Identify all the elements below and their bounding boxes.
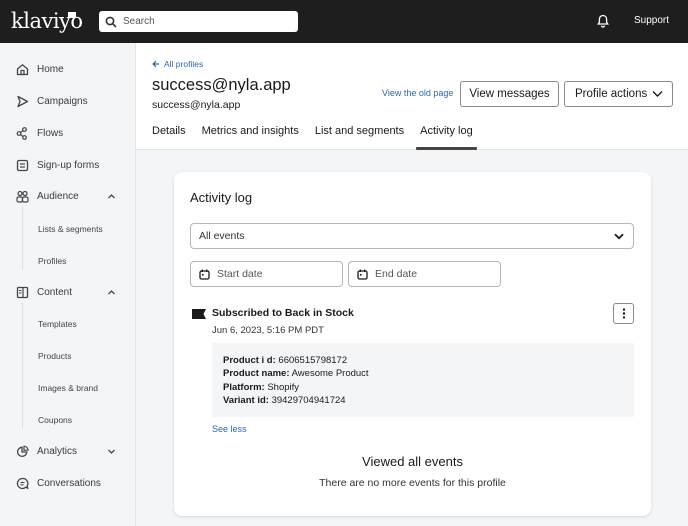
sidebar-item-label: Analytics <box>37 445 78 457</box>
profile-tabs: Details Metrics and insights List and se… <box>152 125 489 150</box>
sidebar-item-audience[interactable]: Audience <box>0 184 135 208</box>
sidebar-item-label: Sign-up forms <box>37 159 100 171</box>
home-icon <box>16 63 29 75</box>
sidebar-item-home[interactable]: Home <box>0 57 135 81</box>
end-of-events-message: There are no more events for this profil… <box>319 477 506 489</box>
content-icon <box>16 286 29 298</box>
sidebar-item-label: Campaigns <box>37 95 88 107</box>
sidebar-subitem-profiles[interactable]: Profiles <box>38 256 66 266</box>
sidebar-item-label: Content <box>37 286 73 298</box>
page-title: success@nyla.app <box>152 76 291 94</box>
back-to-all-profiles-link[interactable]: All profiles <box>152 59 203 69</box>
sidebar-item-signup-forms[interactable]: Sign-up forms <box>0 153 135 177</box>
profile-header: All profiles success@nyla.app success@ny… <box>136 43 688 150</box>
sidebar-item-campaigns[interactable]: Campaigns <box>0 89 135 113</box>
calendar-icon <box>199 269 210 280</box>
sidebar-item-label: Flows <box>37 127 64 139</box>
event-more-options-button[interactable] <box>613 303 634 324</box>
end-date-placeholder: End date <box>375 268 418 280</box>
audience-submenu-rail <box>22 206 23 270</box>
search-icon <box>105 16 117 28</box>
sidebar-item-analytics[interactable]: Analytics <box>0 439 135 463</box>
detail-key: Variant id: <box>223 394 269 406</box>
chevron-down-icon <box>614 233 624 240</box>
sidebar-item-content[interactable]: Content <box>0 280 135 304</box>
event-detail-row: Product name: Awesome Product <box>223 367 623 380</box>
send-icon <box>17 95 29 107</box>
end-of-events-title: Viewed all events <box>362 454 463 469</box>
logo-flag-icon <box>68 12 76 18</box>
event-filter-value: All events <box>199 230 245 242</box>
sidebar-item-label: Audience <box>37 190 79 202</box>
start-date-placeholder: Start date <box>217 268 263 280</box>
content-submenu-rail <box>22 303 23 429</box>
form-icon <box>16 159 29 171</box>
profile-email: success@nyla.app <box>152 99 241 111</box>
more-vertical-icon <box>622 308 625 319</box>
back-link-label: All profiles <box>164 59 204 69</box>
conversations-icon <box>16 477 29 489</box>
sidebar-subitem-images-brand[interactable]: Images & brand <box>38 383 98 393</box>
chevron-down-icon[interactable] <box>107 447 116 456</box>
analytics-icon <box>16 445 29 457</box>
audience-icon <box>16 190 29 203</box>
sidebar-item-label: Home <box>37 63 64 75</box>
search-box[interactable] <box>99 11 298 32</box>
profile-actions-label: Profile actions <box>575 88 648 100</box>
detail-value: 39429704941724 <box>271 394 346 406</box>
detail-value: 6606515798172 <box>278 355 348 366</box>
end-date-input[interactable]: End date <box>348 261 501 287</box>
support-link[interactable]: Support <box>634 15 669 26</box>
chevron-up-icon[interactable] <box>107 288 116 297</box>
profile-actions-button[interactable]: Profile actions <box>564 81 673 107</box>
tab-list-and-segments[interactable]: List and segments <box>315 125 404 150</box>
klaviyo-flag-icon <box>192 309 206 319</box>
chevron-down-icon <box>652 91 663 97</box>
detail-key: Product name: <box>223 368 290 380</box>
see-less-link[interactable]: See less <box>212 424 247 434</box>
tab-metrics-and-insights[interactable]: Metrics and insights <box>202 125 299 150</box>
flows-icon <box>16 126 27 140</box>
event-detail-row: Platform: Shopify <box>223 381 623 394</box>
chevron-up-icon[interactable] <box>107 192 116 201</box>
sidebar-item-conversations[interactable]: Conversations <box>0 471 135 495</box>
tab-activity-log[interactable]: Activity log <box>416 125 477 150</box>
sidebar-subitem-templates[interactable]: Templates <box>38 319 77 329</box>
sidebar-subitem-products[interactable]: Products <box>38 351 72 361</box>
event-detail-row: Product i d: 6606515798172 <box>223 354 623 367</box>
event-title: Subscribed to Back in Stock <box>212 307 354 319</box>
activity-log-title: Activity log <box>190 190 253 205</box>
sidebar-item-flows[interactable]: Flows <box>0 121 135 145</box>
sidebar: Home Campaigns Flows Sign-up forms Audie… <box>0 43 136 526</box>
detail-key: Product i d: <box>223 355 276 366</box>
sidebar-subitem-lists-segments[interactable]: Lists & segments <box>38 224 103 234</box>
event-detail-row: Variant id: 39429704941724 <box>223 394 623 407</box>
event-timestamp: Jun 6, 2023, 5:16 PM PDT <box>212 325 324 336</box>
tab-details[interactable]: Details <box>152 125 186 150</box>
activity-log-card: Activity log All events Start date End d… <box>174 172 651 516</box>
arrow-left-icon <box>152 60 159 68</box>
event-filter-select[interactable]: All events <box>190 223 634 249</box>
sidebar-subitem-coupons[interactable]: Coupons <box>38 415 72 425</box>
start-date-input[interactable]: Start date <box>190 261 343 287</box>
notifications-bell-icon[interactable] <box>597 14 609 28</box>
top-bar: klaviyo Support <box>0 0 688 43</box>
event-details: Product i d: 6606515798172 Product name:… <box>212 343 634 417</box>
detail-value: Shopify <box>267 381 300 393</box>
sidebar-item-label: Conversations <box>37 477 101 489</box>
view-messages-button[interactable]: View messages <box>460 81 559 107</box>
view-old-page-link[interactable]: View the old page <box>382 88 453 98</box>
calendar-icon <box>357 269 368 280</box>
search-input[interactable] <box>123 16 283 27</box>
detail-value: Awesome Product <box>291 368 369 380</box>
detail-key: Platform: <box>223 381 265 393</box>
